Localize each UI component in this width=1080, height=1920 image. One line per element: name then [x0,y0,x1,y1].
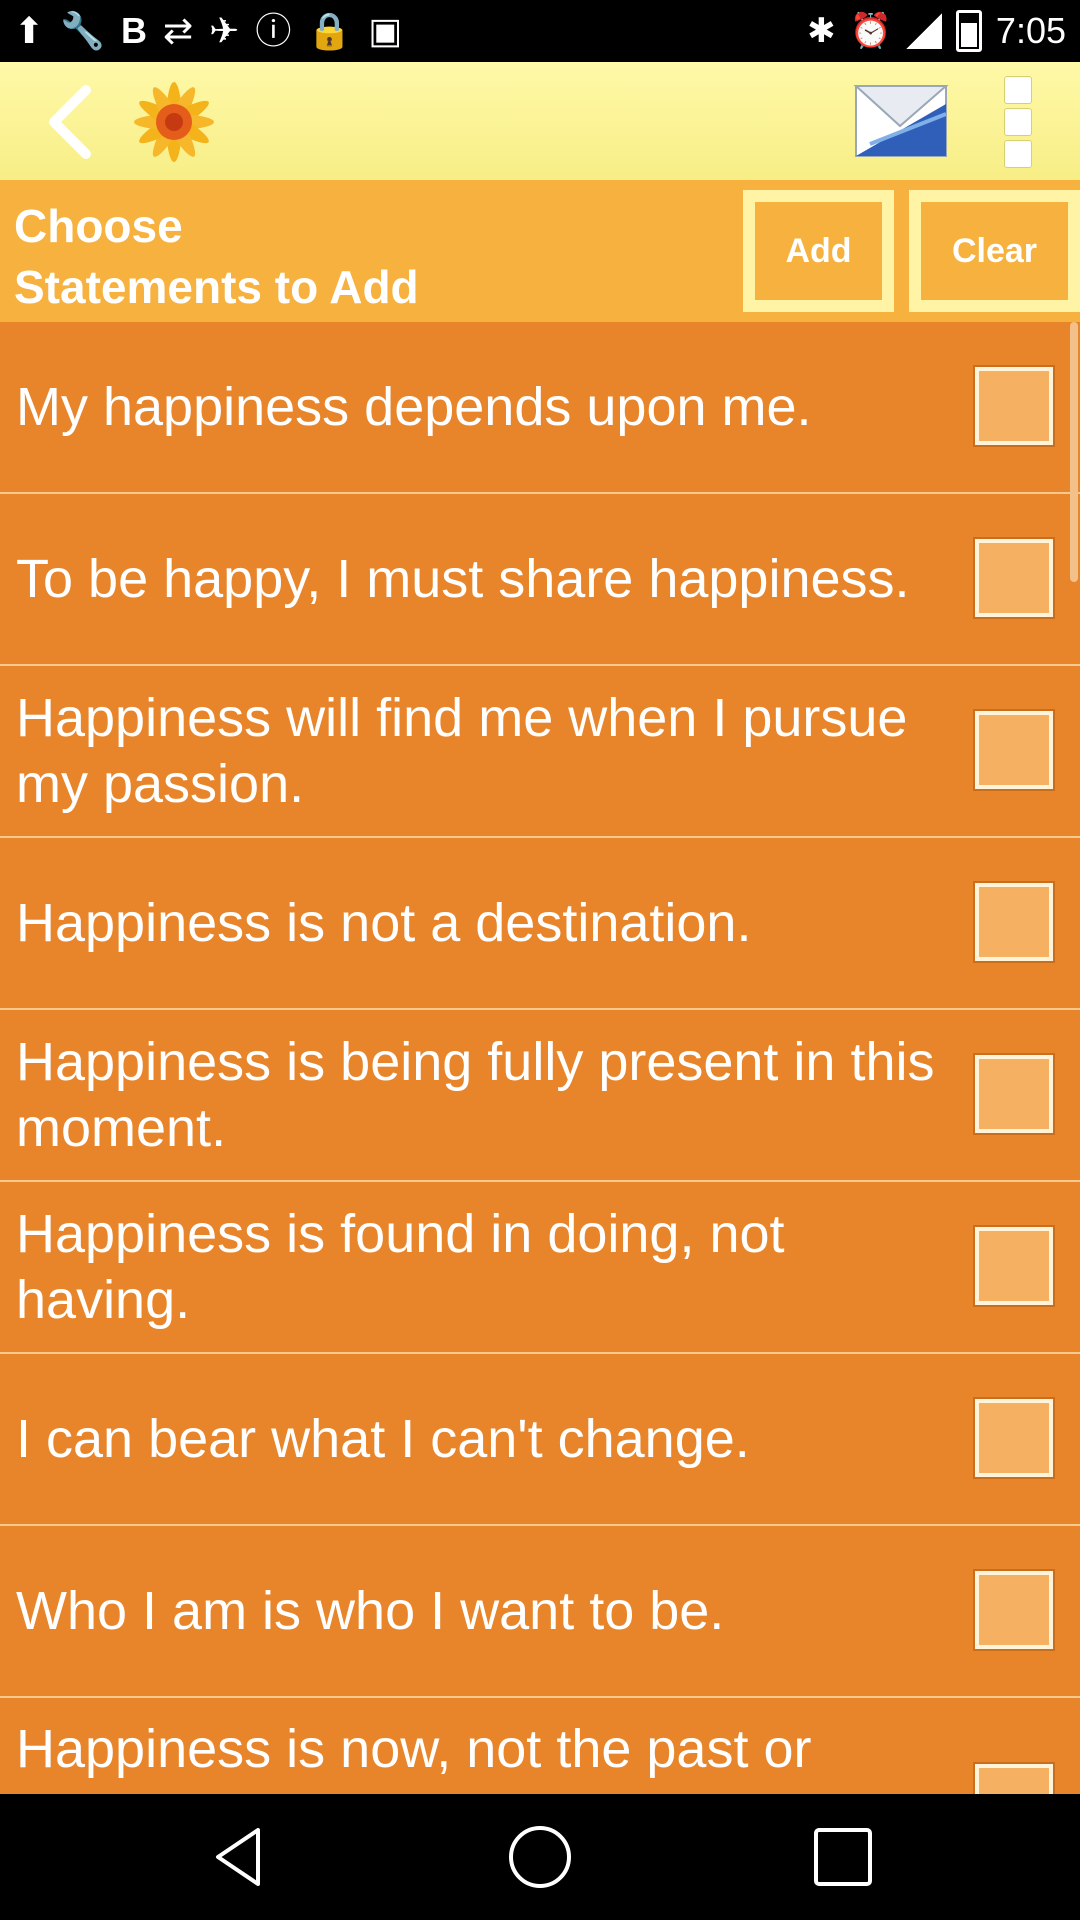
notification-icon: ⬆ [14,10,45,51]
overflow-dot [1004,108,1032,136]
wrench-icon: 🔧 [60,10,105,51]
status-time: 7:05 [995,10,1066,51]
list-item[interactable]: To be happy, I must share happiness. [0,494,1080,666]
list-item[interactable]: Happiness is found in doing, not having. [0,1182,1080,1354]
nav-recent-apps-icon[interactable] [808,1822,878,1892]
list-item[interactable]: I can bear what I can't change. [0,1354,1080,1526]
statement-list[interactable]: My happiness depends upon me. To be happ… [0,322,1080,1794]
page-title: Choose Statements to Add [14,200,419,313]
signal-icon [905,13,942,49]
statement-text: Who I am is who I want to be. [16,1581,725,1641]
chevron-left-icon[interactable] [34,82,114,162]
envelope-icon[interactable] [850,74,954,170]
list-item[interactable]: Happiness is now, not the past or [0,1698,1080,1794]
overflow-dot [1004,76,1032,104]
clear-button[interactable]: Clear [909,190,1080,312]
statement-checkbox[interactable] [973,365,1055,447]
scrollbar[interactable] [1070,322,1078,582]
list-item[interactable]: Happiness is being fully present in this… [0,1010,1080,1182]
list-item[interactable]: Who I am is who I want to be. [0,1526,1080,1698]
statement-checkbox[interactable] [973,881,1055,963]
add-button-label: Add [755,202,882,300]
statement-checkbox[interactable] [973,1762,1055,1794]
statement-text: Happiness is now, not the past or [16,1719,812,1779]
list-item[interactable]: My happiness depends upon me. [0,322,1080,494]
statement-checkbox[interactable] [973,1053,1055,1135]
alarm-icon: ⏰ [849,12,892,50]
statement-checkbox[interactable] [973,1397,1055,1479]
battery-icon [955,10,982,52]
add-button[interactable]: Add [743,190,894,312]
header: Choose Statements to Add Add Clear [0,180,1080,322]
list-item[interactable]: Happiness is not a destination. [0,838,1080,1010]
statement-checkbox[interactable] [973,1225,1055,1307]
statement-text: My happiness depends upon me. [16,377,812,437]
nav-home-icon[interactable] [505,1822,575,1892]
overflow-dot [1004,140,1032,168]
swap-icon: ⇄ [163,10,194,51]
statement-text: Happiness is not a destination. [16,893,752,953]
statement-text: I can bear what I can't change. [16,1409,750,1469]
statement-checkbox[interactable] [973,1569,1055,1651]
statement-text: Happiness will find me when I pursue my … [16,688,908,814]
status-left-icons: ⬆ 🔧 B ⇄ ✈ ⓘ 🔒 ▣ [14,8,402,54]
bluetooth-icon: ✱ [807,12,836,50]
app-bar [0,62,1080,180]
statement-text: Happiness is being fully present in this… [16,1032,935,1158]
status-right-icons: ✱ ⏰ 7:05 [807,8,1066,54]
navigation-bar [0,1794,1080,1920]
statement-checkbox[interactable] [973,537,1055,619]
bold-icon: B [121,10,147,51]
lock-icon: 🔒 [307,10,353,51]
info-icon: ⓘ [255,10,292,51]
list-item[interactable]: Happiness will find me when I pursue my … [0,666,1080,838]
statement-checkbox[interactable] [973,709,1055,791]
statement-text: To be happy, I must share happiness. [16,549,910,609]
nav-back-icon[interactable] [204,1822,274,1892]
status-bar: ⬆ 🔧 B ⇄ ✈ ⓘ 🔒 ▣ ✱ ⏰ 7:05 [0,0,1080,62]
android-icon: ▣ [368,10,403,51]
clear-button-label: Clear [921,202,1068,300]
statement-text: Happiness is found in doing, not having. [16,1204,785,1330]
fake-gps-icon: ✈ [209,10,240,51]
flower-icon [134,82,214,162]
overflow-menu-icon[interactable] [1004,76,1038,168]
